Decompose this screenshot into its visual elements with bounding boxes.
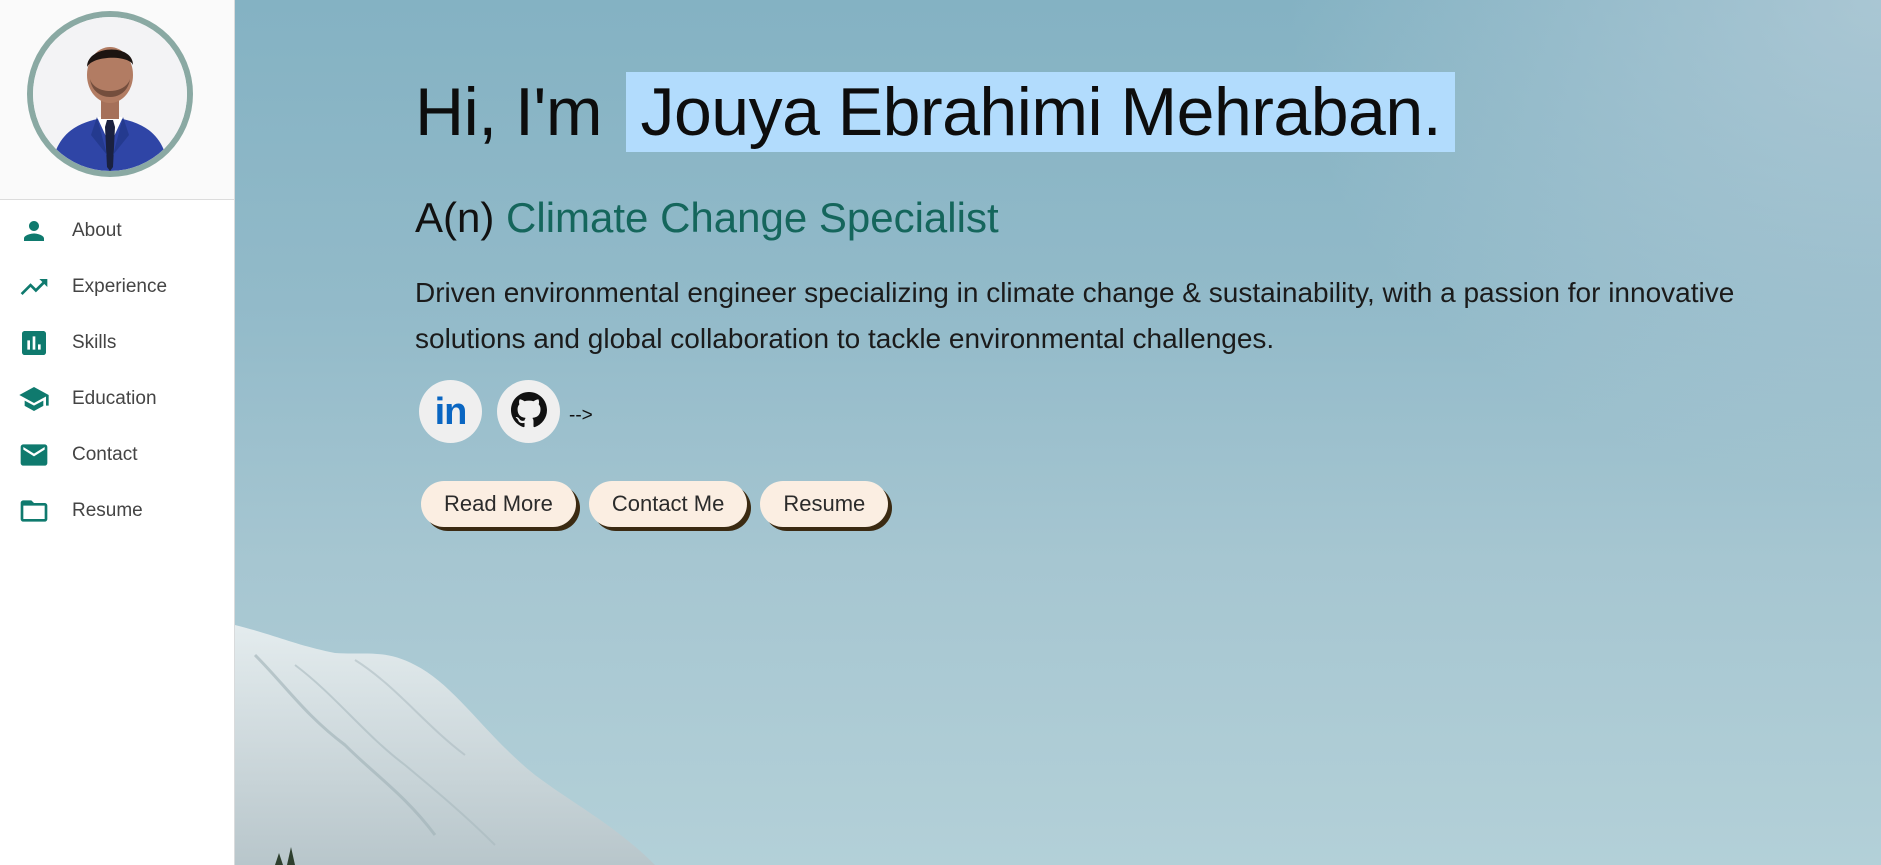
hero-buttons: Read More Contact Me Resume [421, 481, 901, 527]
greeting-text: Hi, I'm [415, 74, 603, 150]
contact-me-button[interactable]: Contact Me [588, 481, 748, 527]
sidebar-item-experience[interactable]: Experience [0, 259, 234, 315]
role-prefix: A(n) [415, 194, 495, 241]
sidebar-item-contact[interactable]: Contact [0, 427, 234, 483]
sidebar-item-label: Experience [72, 276, 168, 297]
person-icon [18, 215, 50, 247]
hero-heading: Hi, I'm Jouya Ebrahimi Mehraban. [415, 72, 1456, 152]
linkedin-icon: in [434, 390, 468, 433]
folder-icon [18, 495, 50, 527]
stray-arrow-text: --> [569, 404, 593, 426]
sidebar-item-label: Resume [72, 500, 143, 521]
github-link[interactable] [497, 380, 560, 443]
sidebar-item-education[interactable]: Education [0, 371, 234, 427]
avatar-photo [33, 17, 187, 171]
read-more-button[interactable]: Read More [421, 481, 576, 527]
name-highlight: Jouya Ebrahimi Mehraban. [626, 72, 1456, 152]
sidebar: About Experience Skills Education Contac… [0, 0, 235, 865]
bio-text: Driven environmental engineer specializi… [415, 277, 1735, 354]
mail-icon [18, 439, 50, 471]
sidebar-item-label: Contact [72, 444, 138, 465]
sidebar-item-label: About [72, 220, 122, 241]
role-heading: A(n) Climate Change Specialist [415, 194, 999, 242]
role-title: Climate Change Specialist [506, 194, 999, 241]
sidebar-item-skills[interactable]: Skills [0, 315, 234, 371]
avatar [27, 11, 193, 177]
sidebar-item-label: Education [72, 388, 157, 409]
page: About Experience Skills Education Contac… [0, 0, 1881, 865]
sidebar-item-about[interactable]: About [0, 203, 234, 259]
bar-chart-icon [18, 327, 50, 359]
trending-up-icon [18, 271, 50, 303]
sidebar-item-label: Skills [72, 332, 117, 353]
graduation-cap-icon [18, 383, 50, 415]
github-icon [510, 391, 547, 432]
sidebar-item-resume[interactable]: Resume [0, 483, 234, 539]
avatar-header [0, 0, 234, 200]
hero-section: Hi, I'm Jouya Ebrahimi Mehraban. A(n) Cl… [235, 0, 1881, 865]
mountain-background [235, 625, 655, 865]
linkedin-link[interactable]: in [419, 380, 482, 443]
social-links: in --> [419, 380, 593, 443]
sidebar-nav: About Experience Skills Education Contac… [0, 203, 234, 539]
resume-button[interactable]: Resume [760, 481, 889, 527]
